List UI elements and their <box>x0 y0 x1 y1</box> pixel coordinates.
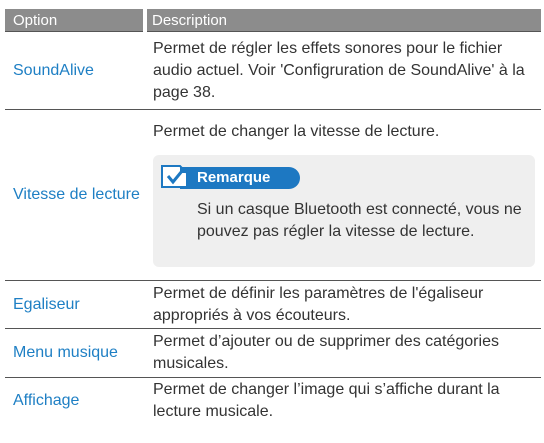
description-egaliseur: Permet de définir les paramètres de l'ég… <box>145 280 541 329</box>
note-check-icon <box>161 165 188 188</box>
table-row: Menu musique Permet d’ajouter ou de supp… <box>5 328 541 378</box>
table-row: SoundAlive Permet de régler les effets s… <box>5 31 541 110</box>
description-vitesse-cell: Permet de changer la vitesse de lecture.… <box>145 109 541 281</box>
option-vitesse: Vitesse de lecture <box>5 109 145 281</box>
table-header-row: Option Description <box>5 9 541 32</box>
options-table: Option Description SoundAlive Permet de … <box>5 9 541 424</box>
note-box: Remarque Si un casque Bluetooth est conn… <box>153 155 535 267</box>
note-title: Remarque <box>197 169 271 186</box>
description-menu-musique: Permet d’ajouter ou de supprimer des cat… <box>145 328 541 378</box>
option-menu-musique: Menu musique <box>5 328 145 378</box>
description-vitesse: Permet de changer la vitesse de lecture. <box>153 123 440 140</box>
option-egaliseur: Egaliseur <box>5 280 145 329</box>
option-soundalive: SoundAlive <box>5 31 145 110</box>
note-text: Si un casque Bluetooth est connecté, vou… <box>197 201 522 240</box>
table-row: Vitesse de lecture Permet de changer la … <box>5 109 541 281</box>
table-row: Egaliseur Permet de définir les paramètr… <box>5 280 541 329</box>
header-description: Description <box>143 9 541 32</box>
option-vitesse-label: Vitesse de lecture <box>13 186 140 203</box>
option-affichage: Affichage <box>13 392 80 409</box>
description-affichage: Permet de changer l’image qui s’affiche … <box>153 381 500 420</box>
description-soundalive: Permet de régler les effets sonores pour… <box>145 31 541 110</box>
table-row: Affichage Permet de changer l’image qui … <box>5 378 541 425</box>
header-option: Option <box>5 9 145 32</box>
